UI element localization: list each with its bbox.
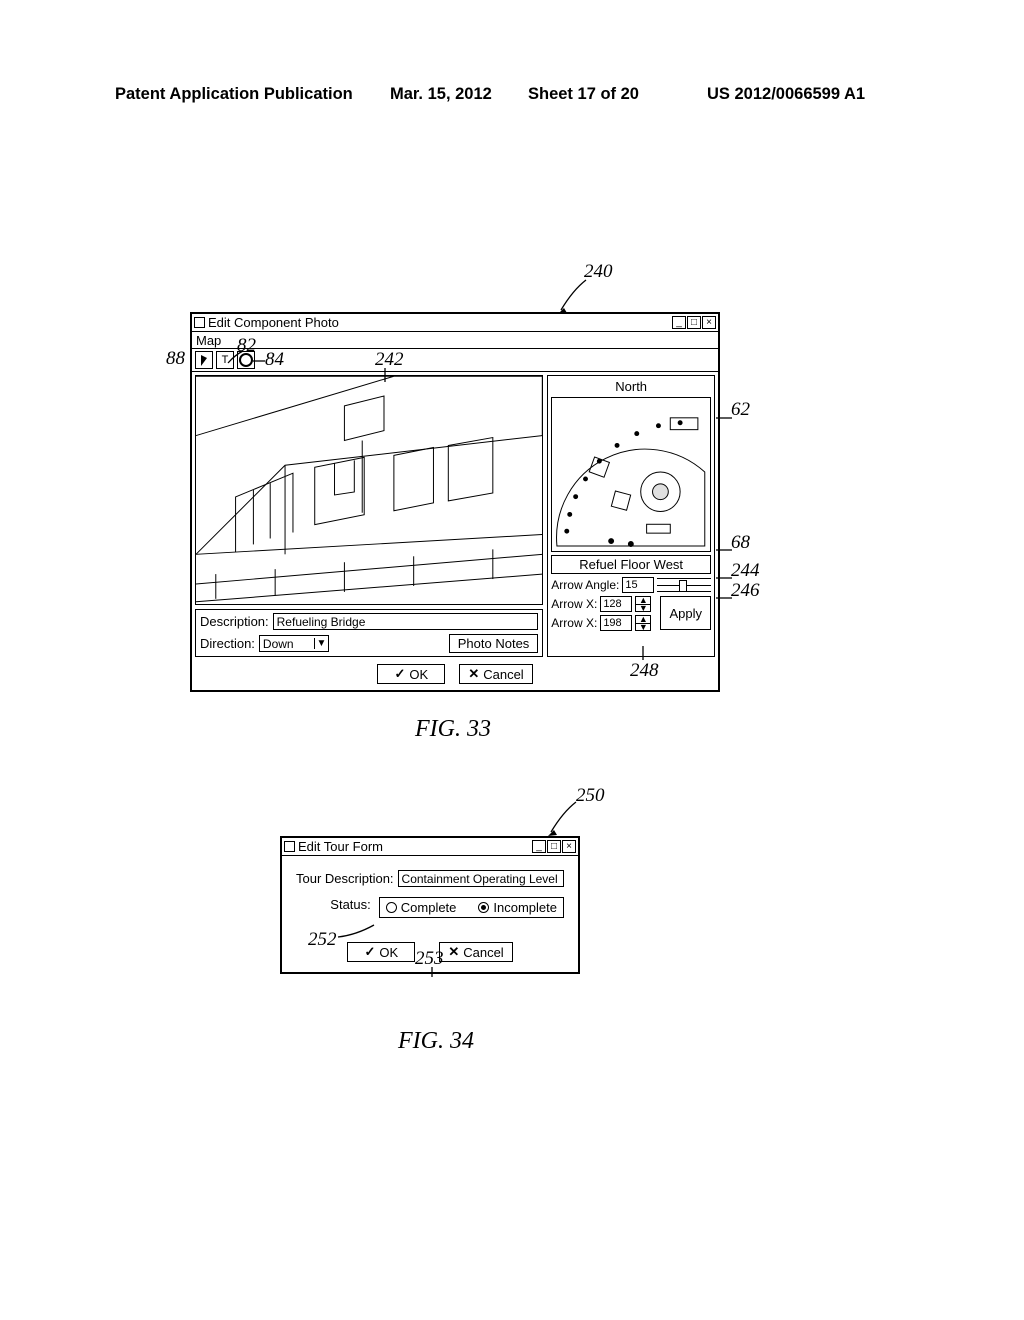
map-thumbnail[interactable] — [551, 397, 711, 552]
figure-34-caption: FIG. 34 — [398, 1028, 474, 1055]
maximize-button[interactable]: □ — [687, 316, 701, 329]
callout-244: 244 — [731, 560, 760, 582]
close-button[interactable]: × — [702, 316, 716, 329]
menu-map[interactable]: Map — [196, 333, 221, 348]
photo-notes-button[interactable]: Photo Notes — [449, 634, 539, 653]
direction-select[interactable]: Down ▼ — [259, 635, 329, 652]
leader-246 — [716, 588, 734, 604]
arrow-angle-input[interactable] — [622, 577, 654, 593]
window-title: Edit Tour Form — [298, 839, 383, 854]
radio-icon — [478, 902, 489, 913]
x-icon: ✕ — [468, 666, 479, 682]
header-date: Mar. 15, 2012 — [390, 85, 492, 104]
arrow-x-input[interactable] — [600, 596, 632, 612]
apply-button[interactable]: Apply — [660, 596, 711, 630]
check-icon: ✓ — [364, 944, 375, 960]
arrow-x-label: Arrow X: — [551, 597, 597, 611]
cancel-button[interactable]: ✕Cancel — [459, 664, 532, 684]
tour-description-input[interactable] — [398, 870, 564, 887]
header-number: US 2012/0066599 A1 — [707, 85, 865, 104]
sysmenu-icon[interactable] — [284, 841, 295, 852]
ok-button[interactable]: ✓OK — [377, 664, 445, 684]
leader-242 — [378, 368, 392, 387]
callout-88: 88 — [166, 348, 185, 370]
x-icon: ✕ — [448, 944, 459, 960]
cancel-button[interactable]: ✕Cancel — [439, 942, 512, 962]
status-label: Status: — [296, 897, 375, 912]
ok-button[interactable]: ✓OK — [347, 942, 415, 962]
cursor-icon — [201, 355, 207, 366]
sysmenu-icon[interactable] — [194, 317, 205, 328]
callout-252: 252 — [308, 929, 337, 951]
titlebar[interactable]: Edit Tour Form _ □ × — [282, 838, 578, 856]
description-label: Description: — [200, 614, 269, 629]
map-name: Refuel Floor West — [551, 555, 711, 574]
check-icon: ✓ — [394, 666, 405, 682]
maximize-button[interactable]: □ — [547, 840, 561, 853]
arrow-y-input[interactable] — [600, 615, 632, 631]
figure-33-caption: FIG. 33 — [415, 716, 491, 743]
leader-252 — [336, 923, 376, 944]
status-radio-group: Complete Incomplete — [379, 897, 564, 918]
arrow-y-spinner[interactable]: ▲▼ — [635, 615, 651, 631]
menubar: Map — [192, 332, 718, 349]
photo-preview[interactable] — [195, 375, 543, 605]
arrow-y-label: Arrow X: — [551, 616, 597, 630]
window-title: Edit Component Photo — [208, 315, 339, 330]
minimize-button[interactable]: _ — [532, 840, 546, 853]
arrow-angle-label: Arrow Angle: — [551, 578, 619, 592]
close-button[interactable]: × — [562, 840, 576, 853]
leader-253 — [425, 966, 439, 982]
photo-sketch — [196, 376, 542, 604]
leader-248 — [636, 646, 650, 665]
radio-icon — [386, 902, 397, 913]
leader-82 — [225, 349, 249, 370]
leader-62 — [716, 408, 734, 424]
radio-complete[interactable]: Complete — [386, 900, 457, 915]
direction-label: Direction: — [200, 636, 255, 651]
leader-84 — [251, 356, 269, 373]
radio-incomplete[interactable]: Incomplete — [478, 900, 557, 915]
description-input[interactable] — [273, 613, 539, 630]
direction-value: Down — [260, 637, 314, 651]
arrow-angle-slider[interactable] — [657, 578, 711, 592]
chevron-down-icon: ▼ — [314, 638, 328, 649]
minimize-button[interactable]: _ — [672, 316, 686, 329]
map-sketch — [552, 398, 710, 551]
arrow-x-spinner[interactable]: ▲▼ — [635, 596, 651, 612]
header-publication: Patent Application Publication — [115, 85, 353, 104]
callout-246: 246 — [731, 580, 760, 602]
cursor-tool[interactable] — [195, 351, 213, 369]
tour-description-label: Tour Description: — [296, 871, 394, 886]
leader-68 — [716, 540, 734, 556]
north-label: North — [551, 379, 711, 394]
titlebar[interactable]: Edit Component Photo _ □ × — [192, 314, 718, 332]
header-sheet: Sheet 17 of 20 — [528, 85, 639, 104]
